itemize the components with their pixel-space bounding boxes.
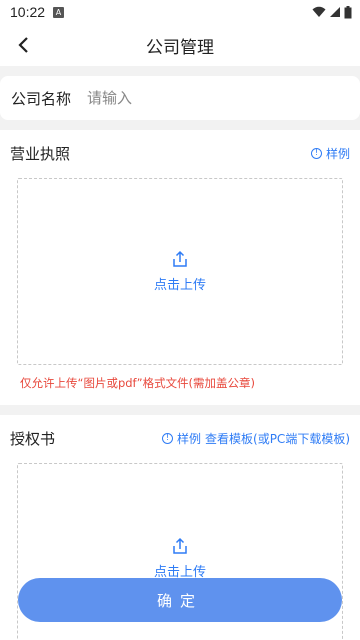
license-title: 营业执照 [10, 144, 71, 163]
authorization-title: 授权书 [10, 429, 56, 448]
wifi-icon [312, 6, 326, 17]
status-time: 10:22 [10, 4, 46, 20]
back-button[interactable] [10, 32, 36, 58]
confirm-button[interactable]: 确定 [18, 578, 342, 622]
license-format-hint: 仅允许上传“图片或pdf”格式文件(需加盖公章) [20, 376, 256, 390]
notification-a-icon: A [53, 6, 65, 18]
status-bar: 10:22 A [0, 0, 360, 24]
authorization-example-link[interactable]: 样例 [177, 430, 201, 447]
info-icon: ! [310, 147, 322, 159]
chevron-left-icon [18, 37, 28, 53]
status-icons [312, 5, 352, 19]
license-example-link[interactable]: ! 样例 [310, 145, 350, 162]
view-template-link[interactable]: 查看模板(或PC端下载模板) [205, 430, 350, 447]
authorization-header: 授权书 ! 样例 查看模板(或PC端下载模板) [0, 427, 360, 449]
license-upload-label: 点击上传 [153, 278, 206, 293]
company-name-row: 公司名称 [0, 76, 360, 120]
page-title: 公司管理 [146, 37, 214, 58]
upload-icon [173, 537, 187, 554]
info-icon: ! [162, 432, 173, 444]
authorization-links: ! 样例 查看模板(或PC端下载模板) [162, 430, 350, 447]
signal-icon [330, 7, 340, 17]
company-name-input[interactable] [87, 89, 349, 107]
confirm-bar: 确定 [0, 574, 360, 640]
upload-icon [173, 250, 187, 267]
nav-bar: 公司管理 [0, 24, 360, 66]
license-section: 营业执照 ! 样例 点击上传 仅允许上传“图片或pdf”格式文件(需加盖公章) [0, 130, 360, 405]
battery-icon [344, 5, 352, 18]
license-header: 营业执照 ! 样例 [0, 142, 360, 164]
company-name-label: 公司名称 [11, 89, 72, 108]
license-example-label: 样例 [325, 146, 350, 161]
license-upload-box[interactable]: 点击上传 [17, 178, 343, 365]
